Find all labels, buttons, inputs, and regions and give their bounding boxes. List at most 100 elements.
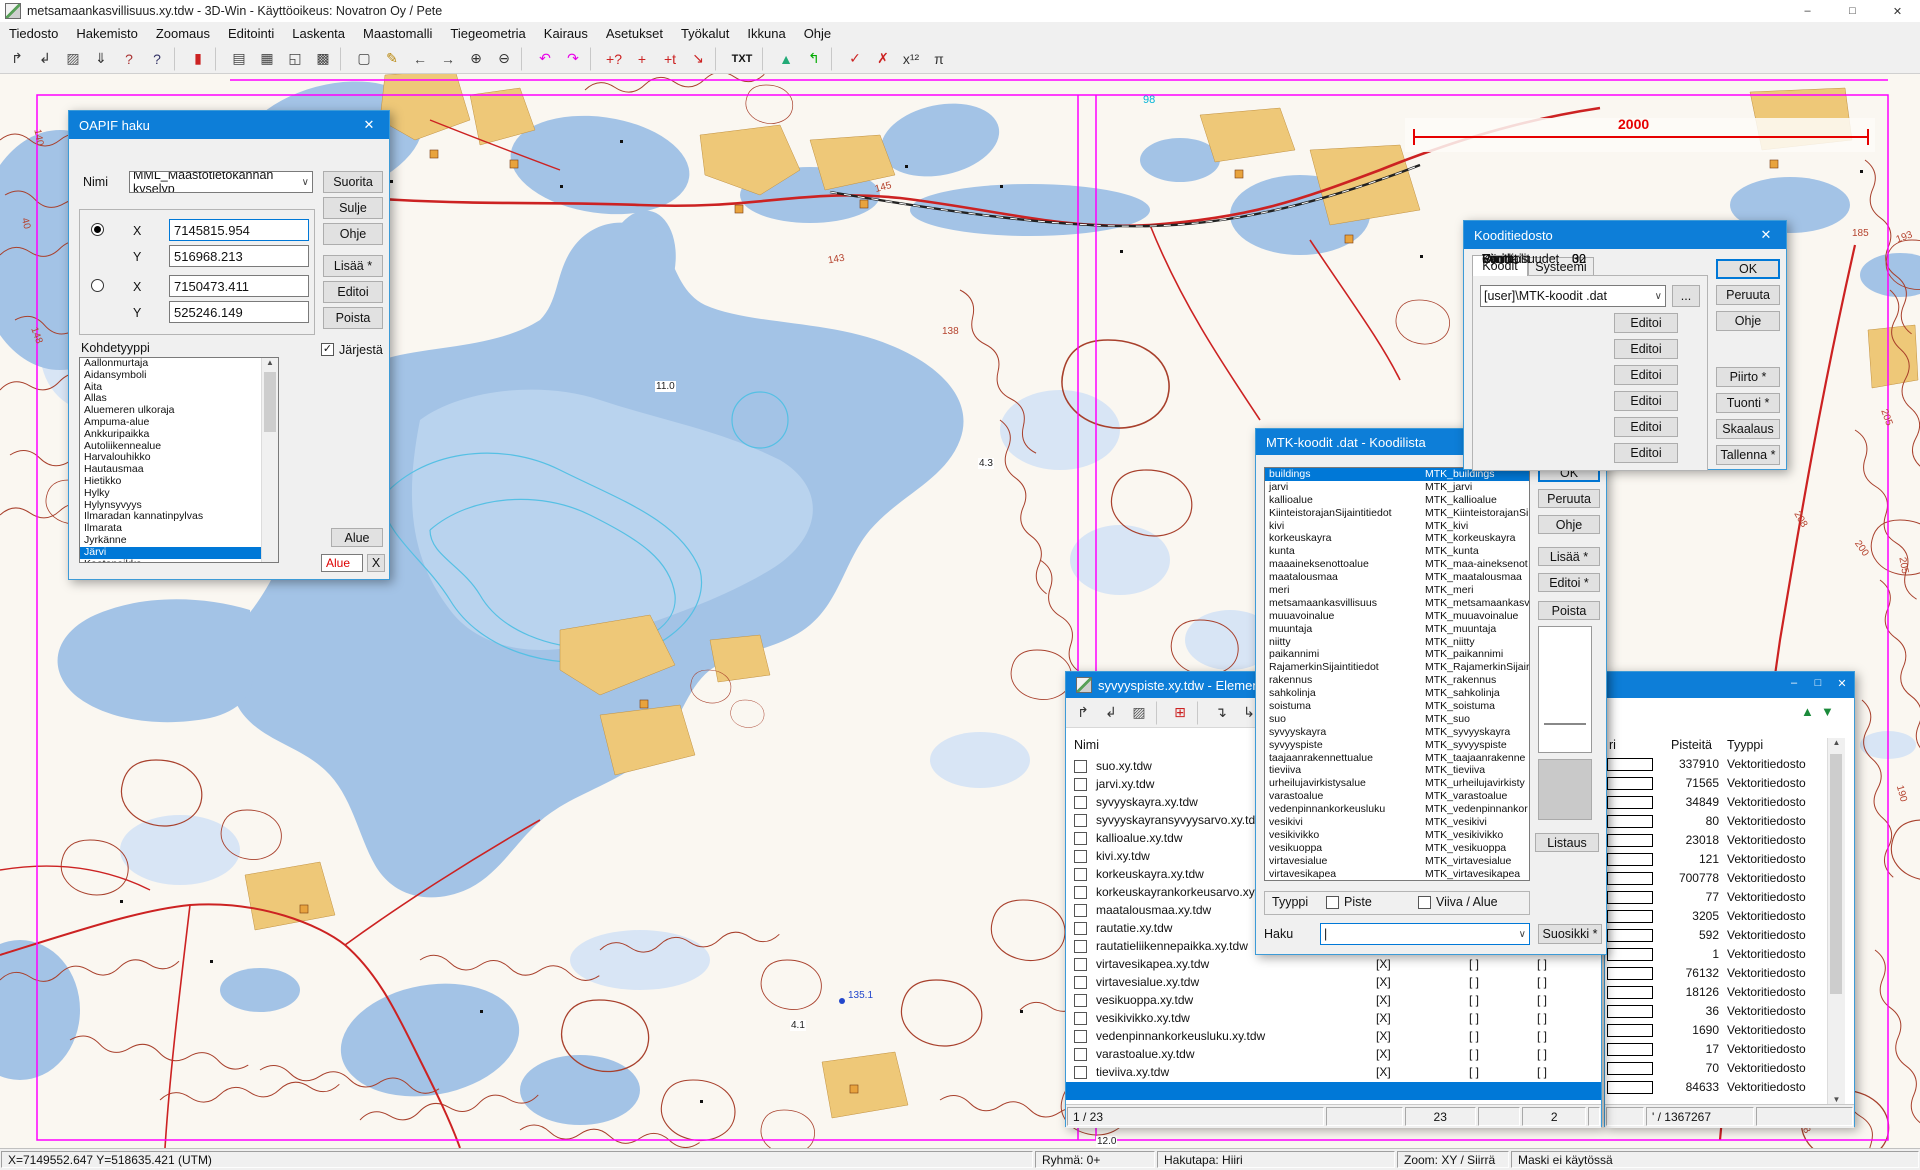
menu-item[interactable]: Zoomaus xyxy=(147,22,219,44)
editoi-koodit-button[interactable]: Editoi xyxy=(1614,417,1678,437)
table-row[interactable]: 70 Vektoritiedosto xyxy=(1605,1060,1827,1079)
write-file-icon[interactable]: ↲ xyxy=(32,46,58,72)
code-pair-row[interactable]: KiinteistorajanSijaintitiedotMTK_Kiintei… xyxy=(1265,507,1529,520)
editoi-ominaisuudet-button[interactable]: Editoi xyxy=(1614,443,1678,463)
editoi-button[interactable]: Editoi * xyxy=(1538,573,1600,592)
file-checkbox[interactable] xyxy=(1074,1030,1087,1043)
zoom-window-icon[interactable]: ▢ xyxy=(351,46,377,72)
scrollbar[interactable]: ▲ ▼ xyxy=(1827,738,1845,1104)
ohje-button[interactable]: Ohje xyxy=(323,223,383,245)
tallenna-button[interactable]: Tallenna * xyxy=(1716,445,1780,465)
red-file-icon[interactable]: ▮ xyxy=(185,46,211,72)
redo-icon[interactable]: ↷ xyxy=(560,46,586,72)
peruuta-button[interactable]: Peruuta xyxy=(1716,285,1780,305)
oapif-titlebar[interactable]: OAPIF haku ✕ xyxy=(69,111,389,139)
close-button[interactable]: ✕ xyxy=(1830,672,1854,694)
code-pair-row[interactable]: kiviMTK_kivi xyxy=(1265,520,1529,533)
file-table-titlebar[interactable]: – □ ✕ xyxy=(1605,672,1854,698)
maximize-button[interactable]: □ xyxy=(1830,0,1875,22)
table-row[interactable]: 71565 Vektoritiedosto xyxy=(1605,775,1827,794)
add-element-icon[interactable]: ⊞ xyxy=(1167,700,1193,726)
peruuta-button[interactable]: Peruuta xyxy=(1538,489,1600,508)
file-checkbox[interactable] xyxy=(1074,814,1087,827)
code-file-select[interactable]: [user]\MTK-koodit .dat∨ xyxy=(1480,285,1666,307)
read-element-icon[interactable]: ↱ xyxy=(1070,700,1096,726)
table-row[interactable]: 592 Vektoritiedosto xyxy=(1605,927,1827,946)
kooditiedosto-titlebar[interactable]: Kooditiedosto ✕ xyxy=(1464,221,1786,249)
code-pair-row[interactable]: korkeuskayraMTK_korkeuskayra xyxy=(1265,532,1529,545)
close-button[interactable]: ✕ xyxy=(1875,0,1920,22)
table-row[interactable]: 84633 Vektoritiedosto xyxy=(1605,1079,1827,1098)
piirto-button[interactable]: Piirto * xyxy=(1716,367,1780,387)
code-pair-row[interactable]: meriMTK_meri xyxy=(1265,584,1529,597)
file-checkbox[interactable] xyxy=(1074,778,1087,791)
x1-field[interactable]: 7145815.954 xyxy=(169,219,309,241)
table-row[interactable]: 337910 Vektoritiedosto xyxy=(1605,756,1827,775)
txt-button[interactable]: TXT xyxy=(726,46,758,72)
toolbar-icon[interactable] xyxy=(590,47,597,71)
code-pair-row[interactable]: metsamaankasvillisuusMTK_metsamaankasv xyxy=(1265,597,1529,610)
table-row[interactable]: 77 Vektoritiedosto xyxy=(1605,889,1827,908)
code-pair-row[interactable]: niittyMTK_niitty xyxy=(1265,636,1529,649)
window-icon[interactable]: ◱ xyxy=(282,46,308,72)
code-pair-row[interactable]: urheilujavirkistysalueMTK_urheilujavirki… xyxy=(1265,777,1529,790)
piste-checkbox[interactable] xyxy=(1326,896,1339,909)
file-checkbox[interactable] xyxy=(1074,886,1087,899)
code-pair-row[interactable]: maatalousmaaMTK_maatalousmaa xyxy=(1265,571,1529,584)
code-pair-row[interactable]: vedenpinnankorkeuslukuMTK_vedenpinnankor xyxy=(1265,803,1529,816)
file-checkbox[interactable] xyxy=(1074,958,1087,971)
file-checkbox[interactable] xyxy=(1074,1048,1087,1061)
poista-button[interactable]: Poista xyxy=(1538,601,1600,620)
move-down-icon[interactable]: ▼ xyxy=(1821,704,1834,719)
alue-button[interactable]: Alue xyxy=(331,528,383,547)
editoi-fontit-button[interactable]: Editoi xyxy=(1614,339,1678,359)
ohje-button[interactable]: Ohje xyxy=(1716,311,1780,331)
code-pair-row[interactable]: virtavesikapeaMTK_virtavesikapea xyxy=(1265,868,1529,881)
table-row[interactable]: 3205 Vektoritiedosto xyxy=(1605,908,1827,927)
table-row[interactable]: 1690 Vektoritiedosto xyxy=(1605,1022,1827,1041)
table-row[interactable]: 1 Vektoritiedosto xyxy=(1605,946,1827,965)
xyz-check-icon[interactable]: ✓ xyxy=(842,46,868,72)
menu-item[interactable]: Editointi xyxy=(219,22,283,44)
menu-item[interactable]: Tiedosto xyxy=(0,22,67,44)
column-pisteita[interactable]: Pisteitä xyxy=(1671,738,1712,752)
zoom-out-icon[interactable]: ⊖ xyxy=(491,46,517,72)
table-row[interactable]: 23018 Vektoritiedosto xyxy=(1605,832,1827,851)
import-element-icon[interactable]: ▨ xyxy=(1126,700,1152,726)
pi-icon[interactable]: π xyxy=(926,46,952,72)
code-pair-row[interactable]: kuntaMTK_kunta xyxy=(1265,545,1529,558)
file-row[interactable]: tieviiva.xy.tdw [X] [ ] [ ] xyxy=(1066,1064,1601,1082)
menu-item[interactable]: Ohje xyxy=(795,22,840,44)
x12-icon[interactable]: x¹² xyxy=(898,46,924,72)
code-pair-row[interactable]: jarviMTK_jarvi xyxy=(1265,481,1529,494)
table-row[interactable]: 700778 Vektoritiedosto xyxy=(1605,870,1827,889)
scrollbar[interactable]: ▲ xyxy=(261,358,278,562)
toolbar-icon[interactable] xyxy=(340,47,347,71)
list-item[interactable]: Jyrkänne xyxy=(80,535,262,547)
menu-item[interactable]: Tiegeometria xyxy=(441,22,534,44)
column-tyyppi[interactable]: Tyyppi xyxy=(1727,738,1763,752)
toolbar-icon[interactable] xyxy=(521,47,528,71)
jarjesta-checkbox[interactable]: ✓ xyxy=(321,343,334,356)
minimize-button[interactable]: – xyxy=(1782,672,1806,694)
code-table-icon[interactable]: ▦ xyxy=(254,46,280,72)
zoom-back-icon[interactable]: ← xyxy=(407,46,433,72)
nimi-select[interactable]: MML_Maastotietokannan kyselyp∨ xyxy=(129,171,313,193)
code-pair-row[interactable]: kallioalueMTK_kallioalue xyxy=(1265,494,1529,507)
file-checkbox[interactable] xyxy=(1074,922,1087,935)
y2-field[interactable]: 525246.149 xyxy=(169,301,309,323)
table-row[interactable]: 121 Vektoritiedosto xyxy=(1605,851,1827,870)
menu-item[interactable]: Hakemisto xyxy=(67,22,146,44)
add-point-icon[interactable]: + xyxy=(629,46,655,72)
toolbar-icon[interactable] xyxy=(1156,701,1163,725)
viiva-checkbox[interactable] xyxy=(1418,896,1431,909)
code-pair-row[interactable]: syvyyspisteMTK_syvyyspiste xyxy=(1265,739,1529,752)
column-ri[interactable]: ri xyxy=(1609,738,1616,752)
file-row[interactable]: virtavesikapea.xy.tdw [X] [ ] [ ] xyxy=(1066,956,1601,974)
ohje-button[interactable]: Ohje xyxy=(1538,515,1600,534)
table-row[interactable]: 36 Vektoritiedosto xyxy=(1605,1003,1827,1022)
file-checkbox[interactable] xyxy=(1074,760,1087,773)
file-checkbox[interactable] xyxy=(1074,940,1087,953)
code-pair-row[interactable]: maaaineksenottoalueMTK_maa-aineksenot xyxy=(1265,558,1529,571)
menu-item[interactable]: Laskenta xyxy=(283,22,354,44)
